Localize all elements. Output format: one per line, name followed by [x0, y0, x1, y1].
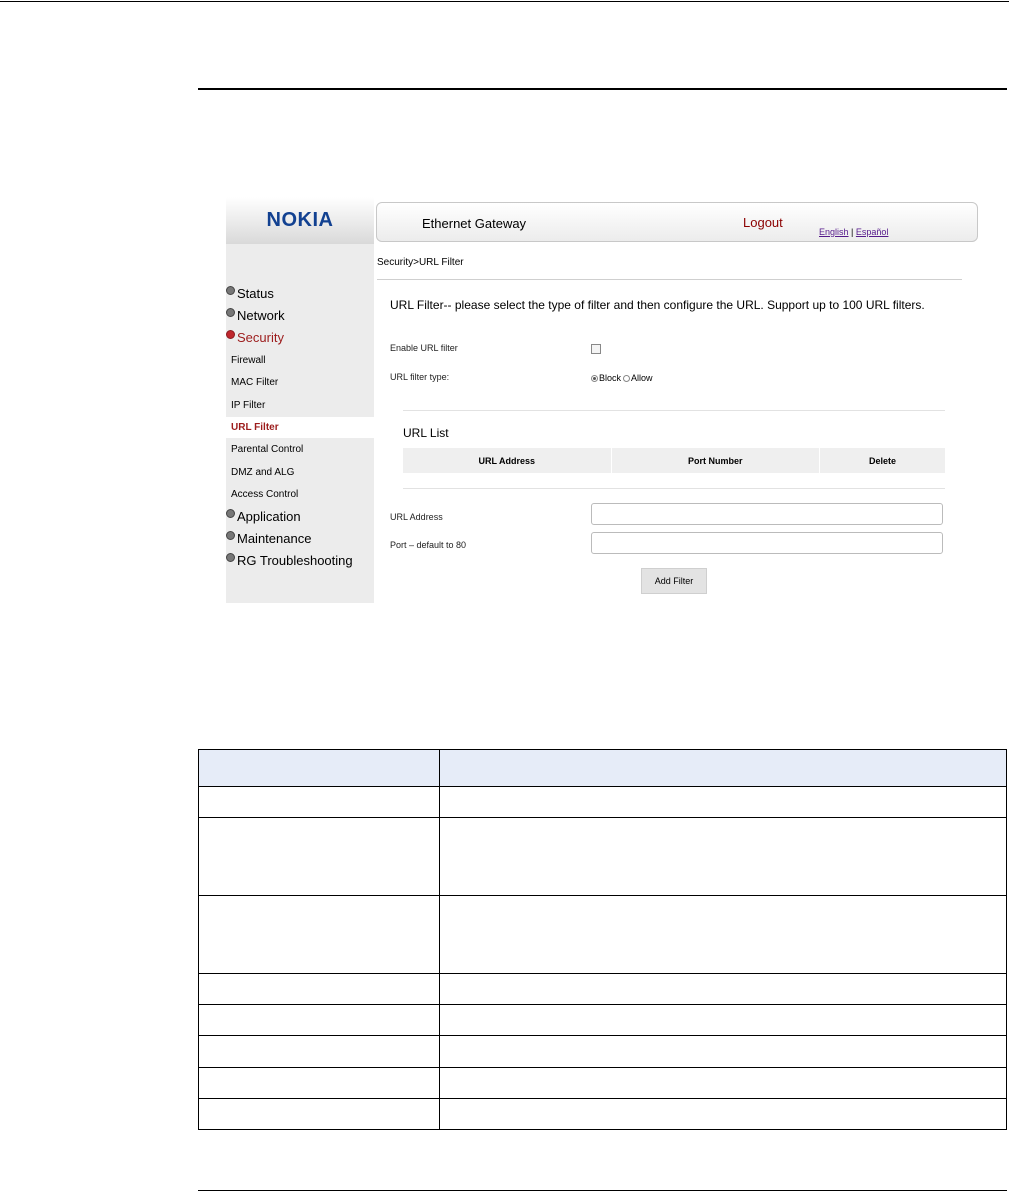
gateway-screenshot: NOKIA Status Network Security Firewall M…	[226, 197, 983, 605]
sidebar-item-status[interactable]: Status	[226, 286, 274, 301]
expand-icon	[226, 308, 235, 317]
gateway-title: Ethernet Gateway	[422, 216, 527, 231]
column-header-port-number: Port Number	[612, 448, 820, 473]
table-cell	[439, 1035, 1007, 1068]
description-table	[198, 749, 1007, 1130]
table-cell	[198, 1067, 440, 1099]
expand-icon	[226, 509, 235, 518]
url-filter-type-radios: Block Allow	[591, 373, 653, 383]
column-header-url-address: URL Address	[403, 448, 612, 473]
sidebar-item-parental-control[interactable]: Parental Control	[231, 444, 303, 455]
breadcrumb: Security>URL Filter	[377, 257, 464, 268]
sidebar-item-ip-filter[interactable]: IP Filter	[231, 400, 265, 411]
table-cell	[198, 1035, 440, 1068]
table-cell	[198, 749, 440, 787]
add-filter-button[interactable]: Add Filter	[641, 568, 707, 594]
block-radio[interactable]	[591, 374, 598, 382]
sidebar-item-security[interactable]: Security	[226, 330, 284, 345]
column-header-delete: Delete	[868, 455, 896, 466]
table-cell	[439, 749, 1007, 787]
table-row	[198, 1098, 1007, 1130]
sidebar-item-label: RG Troubleshooting	[237, 553, 353, 568]
url-list-table-header: URL Address Port Number Delete	[403, 448, 945, 473]
top-bar: Ethernet Gateway Logout English | Españo…	[376, 202, 978, 242]
sidebar-item-label: Status	[237, 286, 274, 301]
sidebar-item-rg-troubleshooting[interactable]: RG Troubleshooting	[226, 553, 353, 568]
table-row	[198, 1035, 1007, 1068]
breadcrumb-divider	[377, 279, 962, 280]
allow-radio-label: Allow	[631, 373, 653, 383]
sidebar-item-label: Security	[237, 330, 284, 345]
expand-icon	[226, 553, 235, 562]
expand-icon	[226, 531, 235, 540]
table-cell	[439, 786, 1007, 818]
header-rule	[198, 88, 1007, 90]
table-row	[198, 895, 1007, 974]
table-cell	[439, 1004, 1007, 1036]
table-cell	[198, 973, 440, 1005]
enable-url-filter-label: Enable URL filter	[390, 343, 458, 353]
sidebar-item-network[interactable]: Network	[226, 308, 285, 323]
table-cell	[198, 1098, 440, 1130]
logout-link[interactable]: Logout	[743, 215, 783, 230]
espanol-link[interactable]: Español	[856, 227, 889, 237]
table-row	[198, 1004, 1007, 1036]
language-separator: |	[851, 227, 854, 237]
table-row	[198, 1067, 1007, 1099]
table-cell	[439, 1098, 1007, 1130]
sidebar-item-access-control[interactable]: Access Control	[231, 489, 298, 500]
logo-band: NOKIA	[226, 197, 374, 244]
footer-rule	[198, 1190, 1007, 1191]
sidebar-item-label: Application	[237, 509, 301, 524]
section-divider	[403, 410, 945, 411]
port-label: Port – default to 80	[390, 540, 467, 550]
table-cell	[198, 786, 440, 818]
collapse-icon	[226, 330, 235, 339]
section-divider	[403, 488, 945, 489]
sidebar-item-mac-filter[interactable]: MAC Filter	[231, 377, 278, 388]
table-cell	[439, 973, 1007, 1005]
language-switcher: English | Español	[819, 227, 888, 237]
table-header-row	[198, 749, 1007, 787]
enable-url-filter-checkbox[interactable]	[591, 344, 601, 354]
sidebar-item-url-filter[interactable]: URL Filter	[231, 422, 279, 433]
sidebar: NOKIA Status Network Security Firewall M…	[226, 197, 374, 603]
url-list-title: URL List	[403, 426, 449, 440]
sidebar-item-label: Network	[237, 308, 285, 323]
sidebar-item-firewall[interactable]: Firewall	[231, 355, 265, 366]
sidebar-item-label: Maintenance	[237, 531, 312, 546]
sidebar-item-dmz-alg[interactable]: DMZ and ALG	[231, 467, 294, 478]
url-address-input[interactable]	[591, 503, 943, 525]
intro-text: URL Filter-- please select the type of f…	[390, 298, 925, 312]
nokia-logo: NOKIA	[266, 209, 334, 231]
english-link[interactable]: English	[819, 227, 849, 237]
url-filter-type-label: URL filter type:	[390, 372, 450, 382]
allow-radio[interactable]	[623, 374, 631, 382]
table-cell	[439, 1067, 1007, 1099]
table-cell	[198, 1004, 440, 1036]
sidebar-item-maintenance[interactable]: Maintenance	[226, 531, 311, 546]
table-row	[198, 786, 1007, 818]
block-radio-label: Block	[599, 373, 622, 383]
table-row	[198, 973, 1007, 1005]
table-cell	[198, 817, 440, 896]
url-address-label: URL Address	[390, 512, 443, 522]
port-input[interactable]	[591, 532, 943, 554]
top-rule	[0, 1, 1009, 2]
table-cell	[439, 817, 1007, 896]
table-row	[198, 817, 1007, 896]
sidebar-item-application[interactable]: Application	[226, 509, 301, 524]
table-cell	[198, 895, 440, 974]
expand-icon	[226, 286, 235, 295]
table-cell	[439, 895, 1007, 974]
